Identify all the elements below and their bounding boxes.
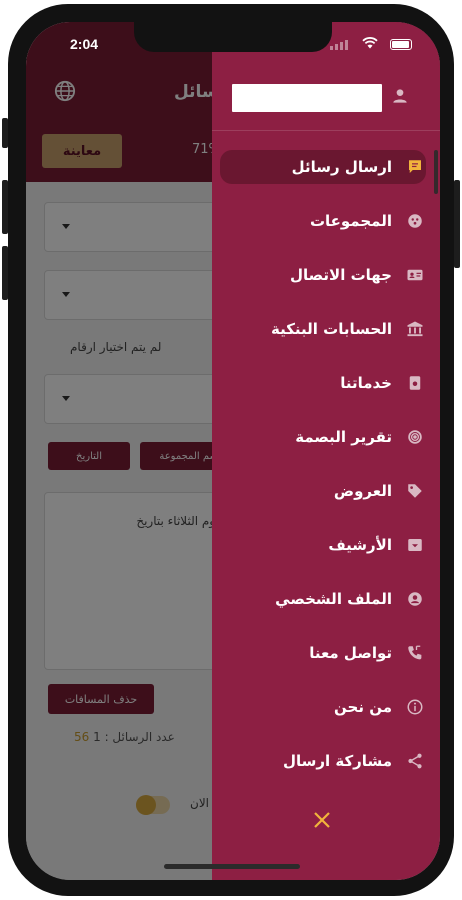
menu-item-label: الأرشيف — [328, 536, 392, 554]
menu-item-contacts[interactable]: جهات الاتصال — [220, 258, 426, 292]
menu-item-label: الملف الشخصي — [275, 590, 392, 608]
screen: 2:04 رسائل معاينة 71% — [26, 22, 440, 880]
archive-icon — [404, 534, 426, 556]
menu-item-about-us[interactable]: من نحن — [220, 690, 426, 724]
fingerprint-icon — [404, 426, 426, 448]
user-icon — [393, 89, 407, 103]
menu-item-label: من نحن — [334, 698, 392, 716]
menu-item-contact-us[interactable]: تواصل معنا — [220, 636, 426, 670]
menu-item-label: خدماتنا — [340, 374, 392, 392]
cellular-signal-icon — [330, 40, 348, 50]
notch — [134, 22, 332, 52]
contacts-icon — [404, 264, 426, 286]
mute-switch — [2, 118, 8, 148]
menu-item-label: مشاركة ارسال — [282, 752, 392, 770]
menu-item-label: المجموعات — [309, 212, 392, 230]
volume-up-button — [2, 180, 8, 234]
menu-item-label: العروض — [333, 482, 392, 500]
message-icon — [404, 156, 426, 178]
menu-item-groups[interactable]: المجموعات — [220, 204, 426, 238]
menu-item-label: الحسابات البنكية — [270, 320, 392, 338]
drawer-scrollbar[interactable] — [434, 150, 438, 194]
wifi-icon — [362, 37, 378, 49]
user-name-box — [232, 84, 382, 112]
menu-item-services[interactable]: خدماتنا — [220, 366, 426, 400]
menu-item-archive[interactable]: الأرشيف — [220, 528, 426, 562]
offers-tag-icon — [404, 480, 426, 502]
menu-item-profile[interactable]: الملف الشخصي — [220, 582, 426, 616]
groups-icon — [404, 210, 426, 232]
share-icon — [404, 750, 426, 772]
menu-item-offers[interactable]: العروض — [220, 474, 426, 508]
bank-icon — [404, 318, 426, 340]
volume-down-button — [2, 246, 8, 300]
home-indicator — [164, 864, 300, 869]
menu-item-bank-accounts[interactable]: الحسابات البنكية — [220, 312, 426, 346]
menu-item-share[interactable]: مشاركة ارسال — [220, 744, 426, 778]
profile-icon — [404, 588, 426, 610]
close-icon[interactable] — [310, 808, 334, 832]
info-icon — [404, 696, 426, 718]
menu-item-label: تقرير البصمة — [295, 428, 392, 446]
status-time: 2:04 — [70, 36, 99, 52]
services-icon — [404, 372, 426, 394]
battery-icon — [390, 39, 412, 50]
menu-item-label: جهات الاتصال — [289, 266, 392, 284]
navigation-drawer: ارسال رسائل المجموعات جهات الاتصال الحسا… — [212, 22, 440, 880]
menu-item-fingerprint-report[interactable]: تقرير البصمة — [220, 420, 426, 454]
menu-item-label: تواصل معنا — [309, 644, 392, 662]
phone-icon — [404, 642, 426, 664]
power-button — [454, 180, 460, 268]
menu-item-label: ارسال رسائل — [291, 158, 392, 176]
menu-item-send-messages[interactable]: ارسال رسائل — [220, 150, 426, 184]
